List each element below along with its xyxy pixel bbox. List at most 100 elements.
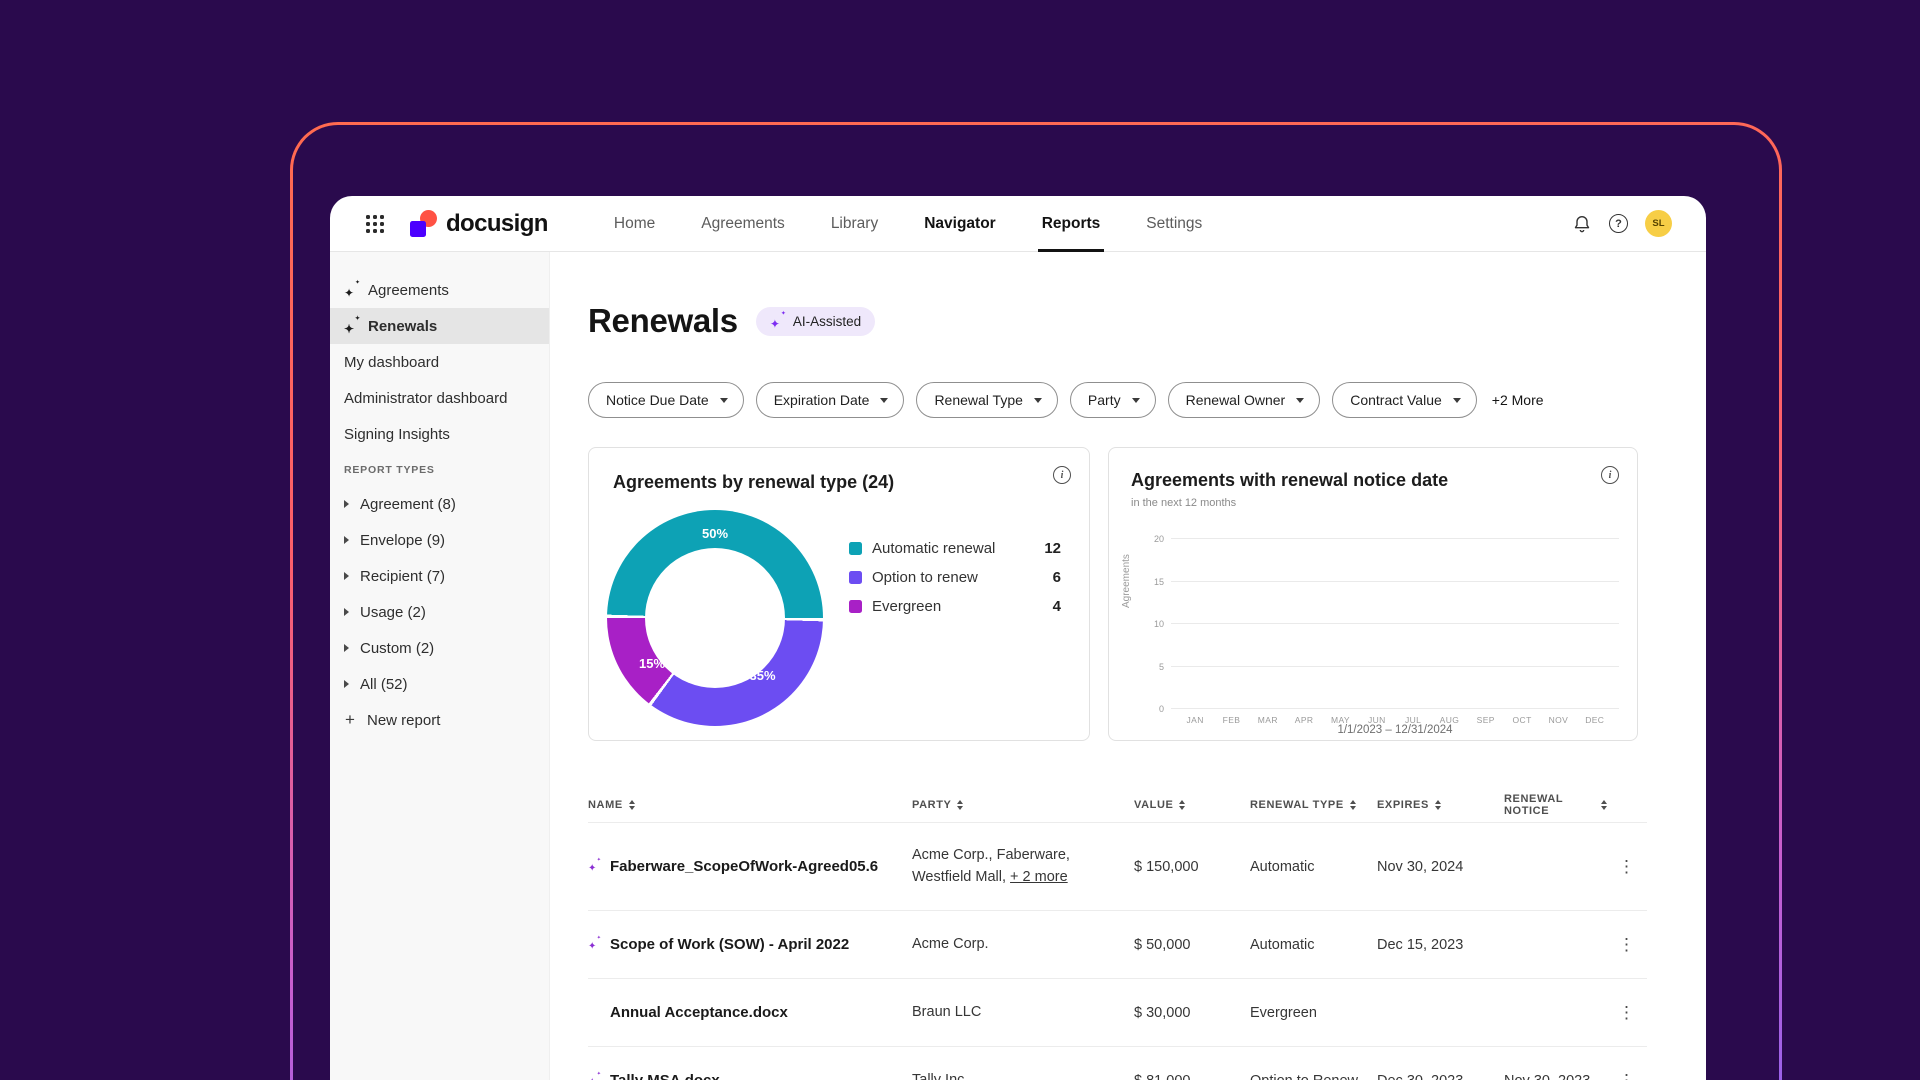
filter-pill-label: Notice Due Date	[606, 392, 709, 408]
filter-bar: Notice Due Date Expiration Date Renewal Ty…	[588, 382, 1706, 418]
column-header-renewal-type[interactable]: RENEWAL TYPE	[1250, 799, 1377, 811]
column-header-label: NAME	[588, 799, 623, 811]
sidebar-item-agreements[interactable]: Agreements	[330, 272, 549, 308]
row-menu-button[interactable]: ⋮	[1607, 1004, 1647, 1021]
app-grid-icon[interactable]	[366, 215, 384, 233]
document-name[interactable]: Annual Acceptance.docx	[610, 1004, 788, 1021]
sort-icon	[1601, 800, 1607, 810]
name-cell: Faberware_ScopeOfWork-Agreed05.6	[588, 858, 912, 875]
party-cell: Acme Corp.	[912, 934, 1134, 956]
name-cell: Scope of Work (SOW) - April 2022	[588, 936, 912, 953]
help-icon[interactable]: ?	[1609, 214, 1628, 233]
row-menu-button[interactable]: ⋮	[1607, 936, 1647, 953]
party-names: Braun LLC	[912, 1004, 981, 1020]
sidebar-item-custom2[interactable]: Custom (2)	[330, 630, 549, 666]
info-icon[interactable]: i	[1053, 466, 1071, 484]
donut-chart-card: Agreements by renewal type (24) i 50% 35…	[588, 447, 1090, 741]
report-type-label: Custom (2)	[360, 640, 434, 657]
ai-sparkle-icon	[588, 860, 601, 873]
table-row[interactable]: Faberware_ScopeOfWork-Agreed05.6 Acme Cor…	[588, 822, 1647, 910]
y-axis-tick-label: 20	[1154, 534, 1164, 544]
filter-pill-contract-value[interactable]: Contract Value	[1332, 382, 1477, 418]
renewal-type-cell: Automatic	[1250, 859, 1377, 875]
expires-cell: Dec 30, 2023	[1377, 1073, 1504, 1080]
row-menu-button[interactable]: ⋮	[1607, 1072, 1647, 1080]
donut-hole	[645, 548, 785, 688]
sidebar-item-recipient7[interactable]: Recipient (7)	[330, 558, 549, 594]
column-header-value[interactable]: VALUE	[1134, 799, 1250, 811]
name-cell: Annual Acceptance.docx	[588, 1004, 912, 1021]
party-cell: Acme Corp., Faberware, Westfield Mall, +…	[912, 845, 1134, 889]
document-name[interactable]: Scope of Work (SOW) - April 2022	[610, 936, 849, 953]
new-report-button[interactable]: + New report	[330, 702, 549, 738]
sidebar-item-administrator-dashboard[interactable]: Administrator dashboard	[330, 380, 549, 416]
topbar-actions: ? SL	[1572, 210, 1672, 237]
donut-percent-label: 50%	[702, 526, 728, 541]
sidebar-item-my-dashboard[interactable]: My dashboard	[330, 344, 549, 380]
filter-pill-notice-due-date[interactable]: Notice Due Date	[588, 382, 744, 418]
ai-assisted-badge: AI-Assisted	[756, 307, 875, 336]
sidebar-item-label: Signing Insights	[344, 426, 450, 443]
donut-chart: 50% 35% 15%	[607, 510, 823, 726]
table-row[interactable]: Annual Acceptance.docx Braun LLC $ 30,000E…	[588, 978, 1647, 1046]
filter-pill-label: Contract Value	[1350, 392, 1442, 408]
row-menu-button[interactable]: ⋮	[1607, 858, 1647, 875]
report-type-label: Recipient (7)	[360, 568, 445, 585]
more-filters-link[interactable]: +2 More	[1492, 392, 1544, 408]
column-header-label: VALUE	[1134, 799, 1173, 811]
column-header-label: PARTY	[912, 799, 951, 811]
value-cell: $ 81,000	[1134, 1073, 1250, 1080]
expires-cell: Dec 15, 2023	[1377, 937, 1504, 953]
table-row[interactable]: Scope of Work (SOW) - April 2022 Acme Cor…	[588, 910, 1647, 978]
document-name[interactable]: Faberware_ScopeOfWork-Agreed05.6	[610, 858, 878, 875]
nav-item-navigator[interactable]: Navigator	[924, 196, 996, 252]
sidebar-item-renewals[interactable]: Renewals	[330, 308, 549, 344]
column-header-name[interactable]: NAME	[588, 799, 912, 811]
nav-item-agreements[interactable]: Agreements	[701, 196, 785, 252]
filter-pill-renewal-type[interactable]: Renewal Type	[916, 382, 1057, 418]
sort-icon	[629, 800, 635, 810]
sidebar-item-agreement8[interactable]: Agreement (8)	[330, 486, 549, 522]
sidebar-item-all52[interactable]: All (52)	[330, 666, 549, 702]
sidebar-item-envelope9[interactable]: Envelope (9)	[330, 522, 549, 558]
filter-pill-expiration-date[interactable]: Expiration Date	[756, 382, 905, 418]
ai-sparkle-icon	[344, 283, 359, 298]
primary-nav: Home Agreements Library Navigator Reports Set…	[614, 196, 1202, 252]
sidebar-report-types: Agreement (8) Envelope (9) Recipient (7) Us…	[330, 486, 549, 702]
party-more-link[interactable]: + 2 more	[1010, 869, 1068, 885]
legend-item: Automatic renewal12	[849, 534, 1061, 563]
notifications-bell-icon[interactable]	[1572, 214, 1592, 234]
avatar[interactable]: SL	[1645, 210, 1672, 237]
table-row[interactable]: Tally MSA.docxTally Inc.$ 81,000Option t…	[588, 1046, 1647, 1080]
sidebar-item-usage2[interactable]: Usage (2)	[330, 594, 549, 630]
nav-item-home[interactable]: Home	[614, 196, 655, 252]
filter-pill-party[interactable]: Party	[1070, 382, 1156, 418]
column-header-expires[interactable]: EXPIRES	[1377, 799, 1504, 811]
chevron-down-icon	[1132, 398, 1140, 403]
brand-name: docusign	[446, 210, 548, 238]
info-icon[interactable]: i	[1601, 466, 1619, 484]
expires-cell: Nov 30, 2024	[1377, 859, 1504, 875]
legend-label: Option to renew	[872, 569, 1043, 586]
sidebar-item-signing-insights[interactable]: Signing Insights	[330, 416, 549, 452]
y-axis-tick-label: 0	[1159, 704, 1164, 714]
donut-chart-title: Agreements by renewal type (24)	[613, 472, 1065, 493]
legend-swatch	[849, 542, 862, 555]
filter-pill-renewal-owner[interactable]: Renewal Owner	[1168, 382, 1321, 418]
bar-chart-card: Agreements with renewal notice date in t…	[1108, 447, 1638, 741]
nav-item-reports[interactable]: Reports	[1042, 196, 1101, 252]
column-header-party[interactable]: PARTY	[912, 799, 1134, 811]
expand-caret-icon	[344, 644, 349, 652]
value-cell: $ 30,000	[1134, 1005, 1250, 1021]
document-name[interactable]: Tally MSA.docx	[610, 1072, 720, 1080]
expand-caret-icon	[344, 536, 349, 544]
renewal-type-cell: Evergreen	[1250, 1005, 1377, 1021]
nav-item-library[interactable]: Library	[831, 196, 878, 252]
bar-chart-title: Agreements with renewal notice date	[1131, 470, 1615, 491]
report-type-label: Envelope (9)	[360, 532, 445, 549]
nav-item-settings[interactable]: Settings	[1146, 196, 1202, 252]
table-header-row: NAME PARTY VALUE RENEWAL TYPEEXPIRESRENEWAL…	[588, 788, 1647, 822]
expand-caret-icon	[344, 572, 349, 580]
column-header-renewal-notice[interactable]: RENEWAL NOTICE	[1504, 793, 1607, 817]
docusign-logo[interactable]: docusign	[410, 210, 548, 238]
